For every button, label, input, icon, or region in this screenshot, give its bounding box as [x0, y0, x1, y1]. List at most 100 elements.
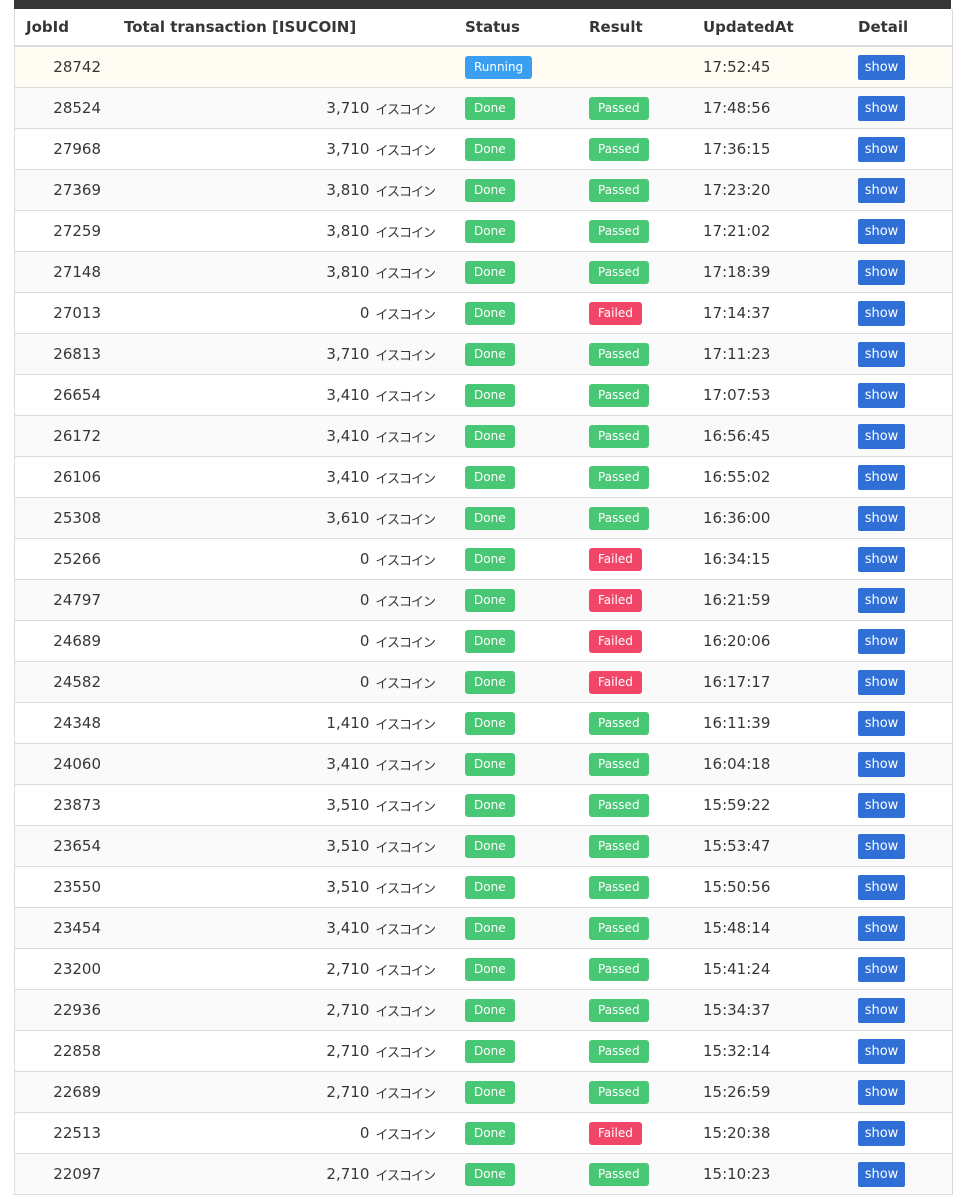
total-transaction-cell: 3,410 イスコイン — [115, 468, 445, 487]
job-id-cell: 22513 — [53, 1124, 101, 1142]
table-row: 24348 1,410 イスコイン Done Passed 16:11:39 show — [15, 703, 952, 744]
status-cell: Done — [445, 260, 569, 284]
total-transaction-cell: 3,410 イスコイン — [115, 386, 445, 405]
show-detail-button[interactable]: show — [858, 874, 905, 900]
detail-cell: show — [838, 341, 952, 367]
show-detail-button[interactable]: show — [858, 792, 905, 818]
updated-at-cell: 16:04:18 — [703, 755, 771, 773]
result-cell: Passed — [569, 711, 683, 735]
job-id-cell: 26654 — [53, 386, 101, 404]
result-badge: Passed — [589, 137, 649, 161]
show-detail-button[interactable]: show — [858, 833, 905, 859]
status-badge: Done — [465, 629, 515, 653]
show-detail-button[interactable]: show — [858, 259, 905, 285]
show-detail-button[interactable]: show — [858, 423, 905, 449]
show-detail-button[interactable]: show — [858, 464, 905, 490]
total-transaction-cell: 3,410 イスコイン — [115, 755, 445, 774]
currency-unit: イスコイン — [375, 389, 436, 405]
result-badge: Passed — [589, 957, 649, 981]
show-detail-button[interactable]: show — [858, 1038, 905, 1064]
currency-unit: イスコイン — [375, 102, 436, 118]
currency-unit: イスコイン — [375, 348, 436, 364]
total-transaction-cell: 3,810 イスコイン — [115, 222, 445, 241]
show-detail-button[interactable]: show — [858, 1161, 905, 1187]
show-detail-button[interactable]: show — [858, 341, 905, 367]
show-detail-button[interactable]: show — [858, 95, 905, 121]
show-detail-button[interactable]: show — [858, 751, 905, 777]
total-value: 3,510 — [326, 837, 370, 855]
total-value: 2,710 — [326, 1001, 370, 1019]
detail-cell: show — [838, 710, 952, 736]
updated-at-cell: 15:41:24 — [703, 960, 771, 978]
table-row: 23454 3,410 イスコイン Done Passed 15:48:14 show — [15, 908, 952, 949]
detail-cell: show — [838, 505, 952, 531]
total-value: 0 — [359, 1124, 370, 1142]
job-id-cell: 24060 — [53, 755, 101, 773]
updated-at-cell: 17:23:20 — [703, 181, 771, 199]
result-cell: Failed — [569, 588, 683, 612]
status-badge: Done — [465, 1162, 515, 1186]
job-id-cell: 23550 — [53, 878, 101, 896]
status-badge: Done — [465, 219, 515, 243]
show-detail-button[interactable]: show — [858, 956, 905, 982]
updated-at-cell: 15:32:14 — [703, 1042, 771, 1060]
result-badge: Passed — [589, 875, 649, 899]
status-cell: Done — [445, 506, 569, 530]
total-transaction-cell: 3,410 イスコイン — [115, 427, 445, 446]
top-bar — [14, 0, 951, 9]
currency-unit: イスコイン — [375, 266, 436, 282]
status-badge: Done — [465, 506, 515, 530]
show-detail-button[interactable]: show — [858, 218, 905, 244]
show-detail-button[interactable]: show — [858, 177, 905, 203]
total-transaction-cell: 3,410 イスコイン — [115, 919, 445, 938]
status-badge: Done — [465, 465, 515, 489]
show-detail-button[interactable]: show — [858, 136, 905, 162]
status-badge: Done — [465, 875, 515, 899]
status-badge: Done — [465, 670, 515, 694]
status-badge: Done — [465, 424, 515, 448]
result-cell: Passed — [569, 137, 683, 161]
updated-at-cell: 16:17:17 — [703, 673, 771, 691]
total-transaction-cell: 2,710 イスコイン — [115, 1165, 445, 1184]
show-detail-button[interactable]: show — [858, 587, 905, 613]
show-detail-button[interactable]: show — [858, 546, 905, 572]
table-row: 24582 0 イスコイン Done Failed 16:17:17 show — [15, 662, 952, 703]
updated-at-cell: 17:21:02 — [703, 222, 771, 240]
show-detail-button[interactable]: show — [858, 54, 905, 80]
status-cell: Done — [445, 1039, 569, 1063]
total-value: 2,710 — [326, 1165, 370, 1183]
result-badge: Failed — [589, 301, 642, 325]
total-value: 0 — [359, 304, 370, 322]
result-badge: Passed — [589, 383, 649, 407]
result-badge: Passed — [589, 342, 649, 366]
table-row: 27013 0 イスコイン Done Failed 17:14:37 show — [15, 293, 952, 334]
updated-at-cell: 15:10:23 — [703, 1165, 771, 1183]
currency-unit: イスコイン — [375, 799, 436, 815]
table-row: 26106 3,410 イスコイン Done Passed 16:55:02 show — [15, 457, 952, 498]
result-badge: Passed — [589, 752, 649, 776]
show-detail-button[interactable]: show — [858, 710, 905, 736]
detail-cell: show — [838, 464, 952, 490]
show-detail-button[interactable]: show — [858, 382, 905, 408]
status-badge: Running — [465, 55, 533, 79]
total-value: 3,510 — [326, 796, 370, 814]
show-detail-button[interactable]: show — [858, 300, 905, 326]
show-detail-button[interactable]: show — [858, 505, 905, 531]
detail-cell: show — [838, 587, 952, 613]
table-row: 26172 3,410 イスコイン Done Passed 16:56:45 show — [15, 416, 952, 457]
show-detail-button[interactable]: show — [858, 1120, 905, 1146]
status-badge: Done — [465, 96, 515, 120]
result-cell: Passed — [569, 1039, 683, 1063]
detail-cell: show — [838, 956, 952, 982]
show-detail-button[interactable]: show — [858, 628, 905, 654]
total-transaction-cell: 0 イスコイン — [115, 591, 445, 610]
show-detail-button[interactable]: show — [858, 669, 905, 695]
table-row: 23200 2,710 イスコイン Done Passed 15:41:24 show — [15, 949, 952, 990]
show-detail-button[interactable]: show — [858, 997, 905, 1023]
total-transaction-cell: 3,810 イスコイン — [115, 263, 445, 282]
jobs-table: JobId Total transaction [ISUCOIN] Status… — [14, 9, 953, 1195]
show-detail-button[interactable]: show — [858, 915, 905, 941]
result-badge: Failed — [589, 629, 642, 653]
table-row: 27259 3,810 イスコイン Done Passed 17:21:02 show — [15, 211, 952, 252]
show-detail-button[interactable]: show — [858, 1079, 905, 1105]
